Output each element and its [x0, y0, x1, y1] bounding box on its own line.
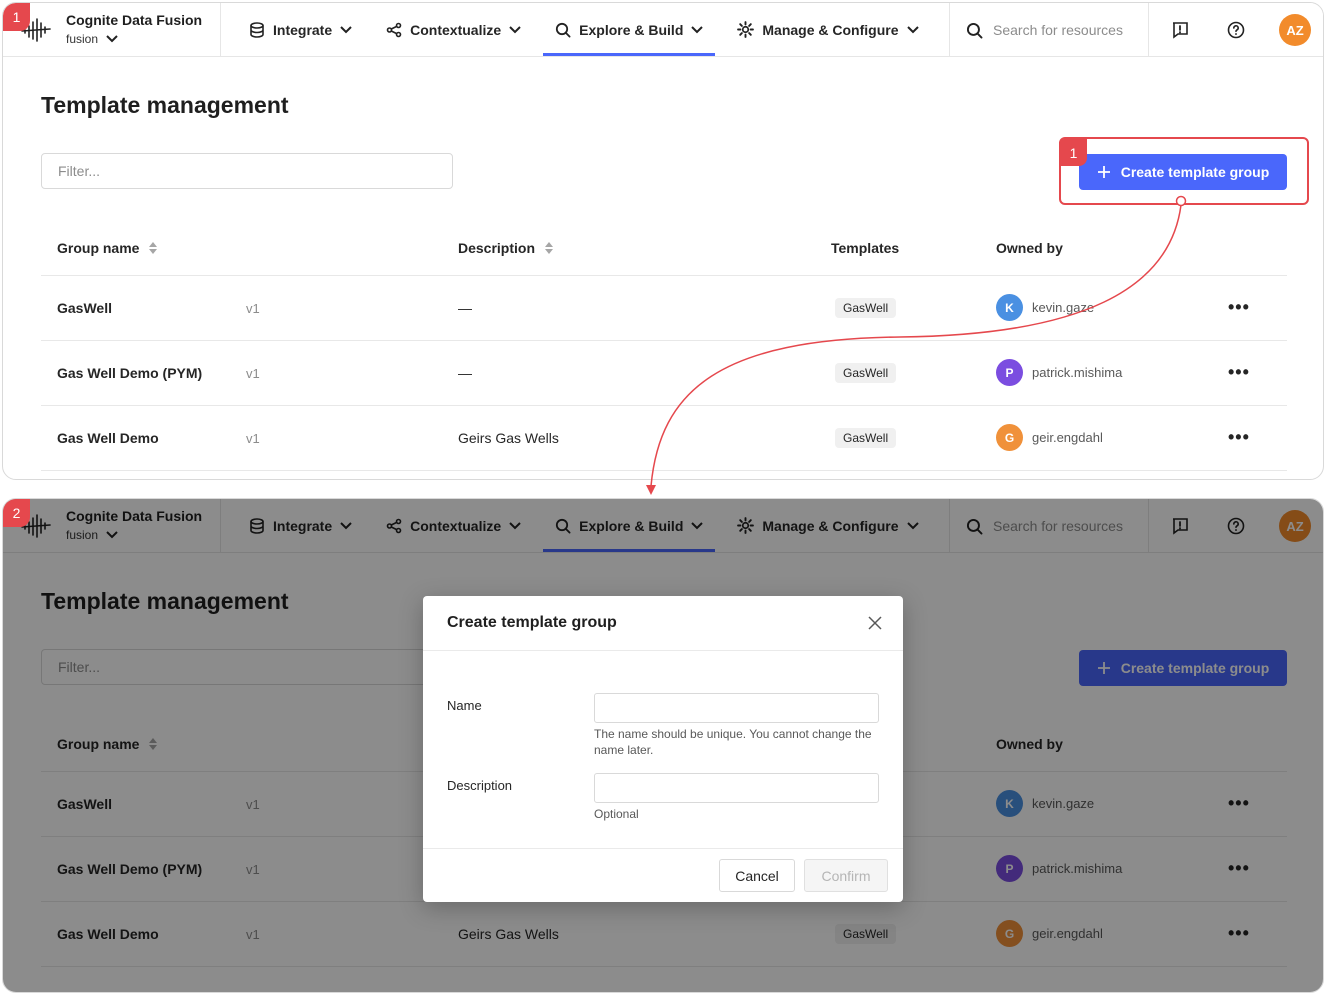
nav-integrate[interactable]: Integrate: [237, 3, 364, 56]
template-tag: GasWell: [835, 363, 897, 383]
nav-label: Integrate: [273, 21, 333, 38]
resource-search[interactable]: Search for resources: [949, 3, 1149, 57]
group-version: v1: [246, 301, 260, 316]
group-name[interactable]: Gas Well Demo (PYM): [57, 365, 202, 381]
step-badge: 2: [3, 499, 30, 527]
dialog-footer: Cancel Confirm: [423, 848, 903, 902]
search-icon: [966, 22, 983, 38]
main-nav: Integrate Contextualize Explore & Build …: [221, 3, 941, 56]
row-divider: [41, 470, 1287, 471]
help-icon[interactable]: [1225, 19, 1247, 41]
row-more-menu-icon[interactable]: •••: [1228, 427, 1250, 448]
owner-name: kevin.gaze: [1032, 300, 1095, 315]
row-divider: [41, 275, 1287, 276]
owner: K kevin.gaze: [996, 294, 1094, 321]
owner-name: patrick.mishima: [1032, 365, 1123, 380]
close-icon[interactable]: [867, 615, 883, 631]
create-template-group-dialog: Create template group Name The name shou…: [423, 596, 903, 902]
step-1-panel: 1 Cognite Data Fusion fusion Integrate C…: [2, 2, 1324, 480]
dialog-title: Create template group: [447, 614, 617, 631]
group-description: —: [458, 365, 472, 381]
group-description: —: [458, 300, 472, 316]
nav-manage-configure[interactable]: Manage & Configure: [725, 3, 930, 56]
column-header-description[interactable]: Description: [458, 240, 554, 256]
click-highlight: [1059, 137, 1309, 205]
group-version: v1: [246, 431, 260, 446]
nav-label: Manage & Configure: [762, 21, 899, 38]
highlight-step-badge: 1: [1060, 139, 1087, 166]
brand: Cognite Data Fusion fusion: [3, 3, 221, 56]
description-help-text: Optional: [594, 807, 639, 821]
owner-avatar: P: [996, 359, 1023, 386]
search-icon: [556, 22, 571, 37]
template-tag: GasWell: [835, 298, 897, 318]
nav-label: Explore & Build: [579, 21, 684, 38]
project-selector[interactable]: fusion: [66, 32, 118, 46]
chevron-down-icon: [106, 35, 118, 43]
dialog-header: Create template group: [423, 596, 903, 651]
project-name: fusion: [66, 32, 99, 46]
description-label: Description: [447, 778, 513, 793]
owner: P patrick.mishima: [996, 359, 1122, 386]
row-more-menu-icon[interactable]: •••: [1228, 297, 1250, 318]
column-header-templates: Templates: [831, 240, 900, 256]
sort-icon: [545, 242, 554, 254]
column-header-owned-by: Owned by: [996, 240, 1063, 256]
nav-explore-build[interactable]: Explore & Build: [543, 3, 716, 56]
group-name[interactable]: GasWell: [57, 300, 112, 316]
column-header-group-name[interactable]: Group name: [57, 240, 158, 256]
owner: G geir.engdahl: [996, 424, 1103, 451]
chevron-down-icon: [509, 25, 521, 33]
filter-placeholder: Filter...: [58, 163, 101, 179]
name-input[interactable]: [594, 693, 879, 723]
sort-icon: [149, 242, 158, 254]
database-icon: [250, 21, 264, 38]
search-placeholder: Search for resources: [993, 22, 1123, 38]
user-avatar[interactable]: AZ: [1279, 14, 1311, 46]
row-divider: [41, 340, 1287, 341]
name-help-text: The name should be unique. You cannot ch…: [594, 727, 872, 757]
description-input[interactable]: [594, 773, 879, 803]
confirm-button[interactable]: Confirm: [804, 859, 888, 892]
row-more-menu-icon[interactable]: •••: [1228, 362, 1250, 383]
owner-name: geir.engdahl: [1032, 430, 1103, 445]
cancel-button[interactable]: Cancel: [719, 859, 795, 892]
nav-label: Contextualize: [410, 21, 502, 38]
group-description: Geirs Gas Wells: [458, 430, 559, 446]
gear-icon: [737, 21, 755, 38]
owner-avatar: K: [996, 294, 1023, 321]
group-version: v1: [246, 366, 260, 381]
filter-input[interactable]: Filter...: [41, 153, 453, 189]
name-label: Name: [447, 698, 482, 713]
chevron-down-icon: [340, 25, 352, 33]
nav-contextualize[interactable]: Contextualize: [374, 3, 533, 56]
feedback-icon[interactable]: [1169, 19, 1191, 41]
share-nodes-icon: [386, 22, 402, 37]
template-tag: GasWell: [835, 428, 897, 448]
owner-avatar: G: [996, 424, 1023, 451]
chevron-down-icon: [906, 25, 919, 33]
row-divider: [41, 405, 1287, 406]
top-bar: Cognite Data Fusion fusion Integrate Con…: [3, 3, 1323, 57]
step-badge: 1: [3, 3, 30, 31]
group-name[interactable]: Gas Well Demo: [57, 430, 159, 446]
chevron-down-icon: [691, 25, 704, 33]
page-title: Template management: [41, 92, 289, 118]
step-2-panel: 2 Cognite Data Fusion fusion Integrate C…: [2, 498, 1324, 993]
app-title: Cognite Data Fusion: [66, 12, 203, 28]
